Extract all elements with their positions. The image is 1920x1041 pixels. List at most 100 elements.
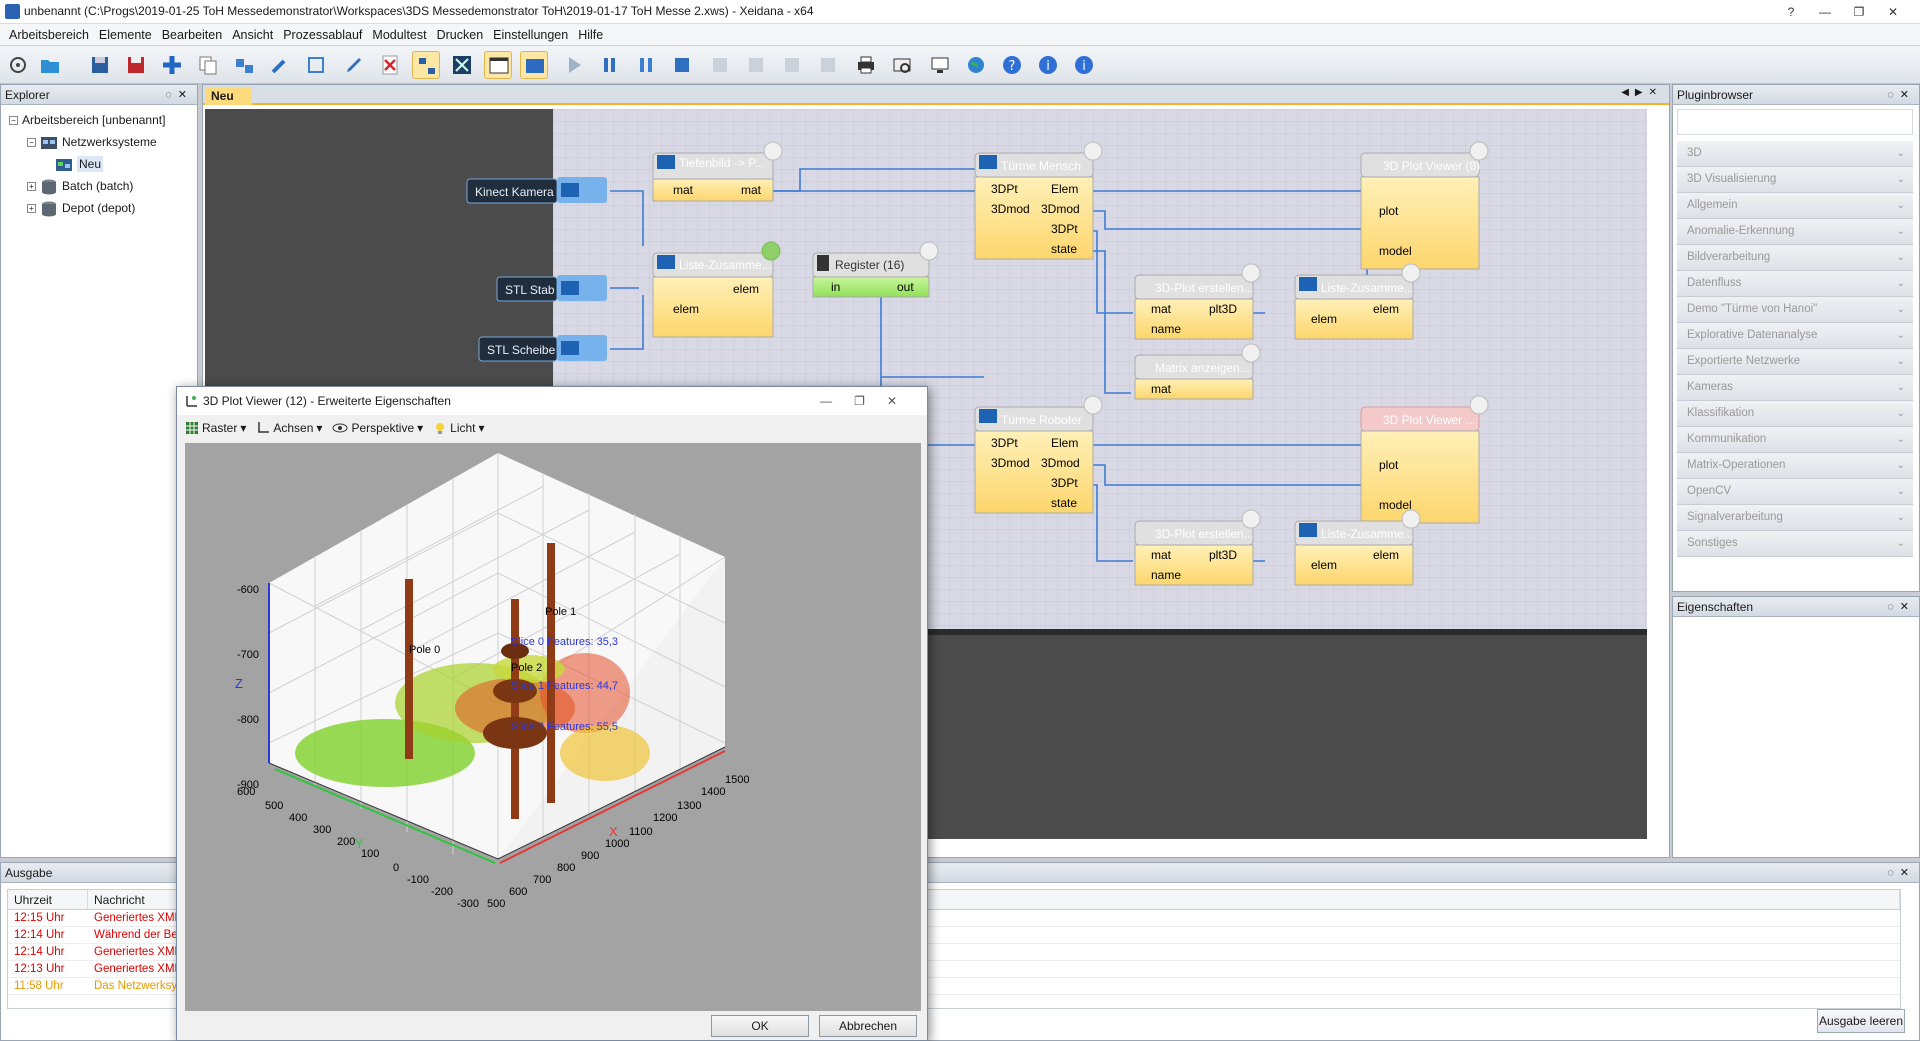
settings-tools-button[interactable] (448, 51, 476, 79)
plugin-category[interactable]: Matrix-Operationen ⌄ (1677, 453, 1913, 479)
port-elem-in[interactable]: elem (1311, 558, 1337, 572)
expand-icon[interactable]: + (27, 182, 36, 192)
monitor-icon[interactable] (926, 51, 954, 79)
node-3d-plot-erstellen-2[interactable]: 3D-Plot erstellen... mat name plt3D (1134, 509, 1261, 586)
tree-node-netzwerksysteme[interactable]: − Netzwerksysteme (9, 131, 165, 153)
play-icon[interactable] (560, 51, 588, 79)
delete-button[interactable] (376, 51, 404, 79)
port-name[interactable]: name (1151, 568, 1181, 582)
network-button[interactable] (412, 51, 440, 79)
port-elem-out[interactable]: Elem (1051, 182, 1078, 196)
close-icon[interactable]: ✕ (1900, 89, 1915, 101)
port-elem-out[interactable]: elem (1373, 302, 1399, 316)
menu-drucken[interactable]: Drucken (432, 28, 489, 42)
plugin-category[interactable]: Sonstiges ⌄ (1677, 531, 1913, 557)
menu-arbeitsbereich[interactable]: Arbeitsbereich (4, 28, 94, 42)
pin-icon[interactable]: ◌ (1887, 867, 1900, 879)
tree-node-neu[interactable]: Neu (9, 153, 165, 175)
menu-hilfe[interactable]: Hilfe (573, 28, 608, 42)
port-3dmod-out[interactable]: 3Dmod (1041, 456, 1080, 470)
new-workspace-button[interactable] (4, 51, 32, 79)
menu-elemente[interactable]: Elemente (94, 28, 157, 42)
node-tuerme-roboter[interactable]: Türme Roboter 3DPt 3Dmod Elem 3Dmod 3DPt… (974, 395, 1103, 514)
node-liste-zusammen-1[interactable]: Liste-Zusamme... elem elem (652, 241, 781, 338)
export-button[interactable] (706, 51, 734, 79)
port-model[interactable]: model (1379, 244, 1412, 258)
node-liste-zusammen-3[interactable]: Liste-Zusamme... elem elem (1294, 509, 1421, 586)
globe-icon[interactable] (962, 51, 990, 79)
perspektive-dropdown[interactable]: Perspektive ▾ (332, 421, 423, 435)
close-window-button[interactable]: ✕ (1876, 2, 1910, 22)
close-icon[interactable]: ✕ (1900, 601, 1915, 613)
port-elem-in[interactable]: elem (1311, 312, 1337, 326)
plugin-category[interactable]: Klassifikation ⌄ (1677, 401, 1913, 427)
help-window-button[interactable]: ? (1774, 2, 1808, 22)
collapse-icon[interactable]: − (27, 138, 36, 148)
plugin-category[interactable]: Anomalie-Erkennung ⌄ (1677, 219, 1913, 245)
stop-button[interactable] (668, 51, 696, 79)
port-elem-out[interactable]: Elem (1051, 436, 1078, 450)
menu-modultest[interactable]: Modultest (367, 28, 431, 42)
3d-plot-area[interactable]: Pole 0 Pole 1 Pole 2 Slice 0 Features: 3… (185, 443, 921, 1011)
group-button[interactable] (302, 51, 330, 79)
port-name[interactable]: name (1151, 322, 1181, 336)
print-icon[interactable] (852, 51, 880, 79)
node-tuerme-mensch[interactable]: Türme Mensch 3DPt 3Dmod Elem 3Dmod 3DPt … (974, 141, 1103, 260)
licht-dropdown[interactable]: Licht ▾ (433, 421, 485, 435)
port-elem-in[interactable]: elem (673, 302, 699, 316)
port-mat[interactable]: mat (673, 183, 694, 197)
plugin-category[interactable]: Bildverarbeitung ⌄ (1677, 245, 1913, 271)
port-mat[interactable]: mat (1151, 382, 1172, 396)
port-3dpt-out[interactable]: 3DPt (1051, 476, 1078, 490)
io-button[interactable] (520, 51, 548, 79)
view-window-button[interactable] (484, 51, 512, 79)
dialog-maximize-button[interactable]: ❐ (854, 394, 887, 408)
menu-ansicht[interactable]: Ansicht (227, 28, 278, 42)
port-plot[interactable]: plot (1379, 458, 1399, 472)
tree-node-root[interactable]: − Arbeitsbereich [unbenannt] (9, 109, 165, 131)
port-state-out[interactable]: state (1051, 496, 1077, 510)
pin-icon[interactable]: ◌ (1887, 601, 1900, 613)
ok-button[interactable]: OK (711, 1015, 809, 1037)
plugin-category[interactable]: Exportierte Netzwerke ⌄ (1677, 349, 1913, 375)
plugin-search-input[interactable] (1677, 109, 1913, 135)
menu-prozessablauf[interactable]: Prozessablauf (278, 28, 367, 42)
port-state-out[interactable]: state (1051, 242, 1077, 256)
open-folder-button[interactable] (36, 51, 64, 79)
save-button[interactable] (86, 51, 114, 79)
port-mat-out[interactable]: mat (741, 183, 762, 197)
node-liste-zusammen-2[interactable]: Liste-Zusamme... elem elem (1294, 263, 1421, 340)
about-icon[interactable]: i (1070, 51, 1098, 79)
clear-output-button[interactable]: Ausgabe leeren (1817, 1009, 1905, 1033)
column-header-time[interactable]: Uhrzeit (8, 890, 88, 909)
port-plot[interactable]: plot (1379, 204, 1399, 218)
port-mat[interactable]: mat (1151, 548, 1172, 562)
plugin-category[interactable]: 3D ⌄ (1677, 141, 1913, 167)
connect-button[interactable] (230, 51, 258, 79)
dialog-close-button[interactable]: ✕ (887, 394, 919, 408)
plugin-category[interactable]: Explorative Datenanalyse ⌄ (1677, 323, 1913, 349)
port-3dmod-in[interactable]: 3Dmod (991, 456, 1030, 470)
step-button[interactable] (596, 51, 624, 79)
menu-bearbeiten[interactable]: Bearbeiten (157, 28, 227, 42)
port-elem-out[interactable]: elem (1373, 548, 1399, 562)
stack-button[interactable] (778, 51, 806, 79)
edit-button[interactable] (340, 51, 368, 79)
port-in[interactable]: in (831, 280, 840, 294)
save-as-button[interactable] (122, 51, 150, 79)
close-icon[interactable]: ✕ (1900, 867, 1915, 879)
pin-icon[interactable]: ◌ (1887, 89, 1900, 101)
node-3d-plot-erstellen-1[interactable]: 3D-Plot erstellen... mat name plt3D (1134, 263, 1261, 340)
input-stl-scheibe[interactable]: STL Scheibe (478, 335, 607, 362)
plugin-category[interactable]: Kommunikation ⌄ (1677, 427, 1913, 453)
port-mat[interactable]: mat (1151, 302, 1172, 316)
port-3dpt-in[interactable]: 3DPt (991, 436, 1018, 450)
print-preview-icon[interactable] (888, 51, 916, 79)
cancel-button[interactable]: Abbrechen (819, 1015, 917, 1037)
port-3dmod-in[interactable]: 3Dmod (991, 202, 1030, 216)
node-3d-plot-viewer-8[interactable]: 3D Plot Viewer (8) plot model (1360, 141, 1489, 270)
tab-neu[interactable]: Neu (205, 87, 252, 105)
port-3dpt-in[interactable]: 3DPt (991, 182, 1018, 196)
port-out[interactable]: out (897, 280, 914, 294)
menu-einstellungen[interactable]: Einstellungen (488, 28, 573, 42)
